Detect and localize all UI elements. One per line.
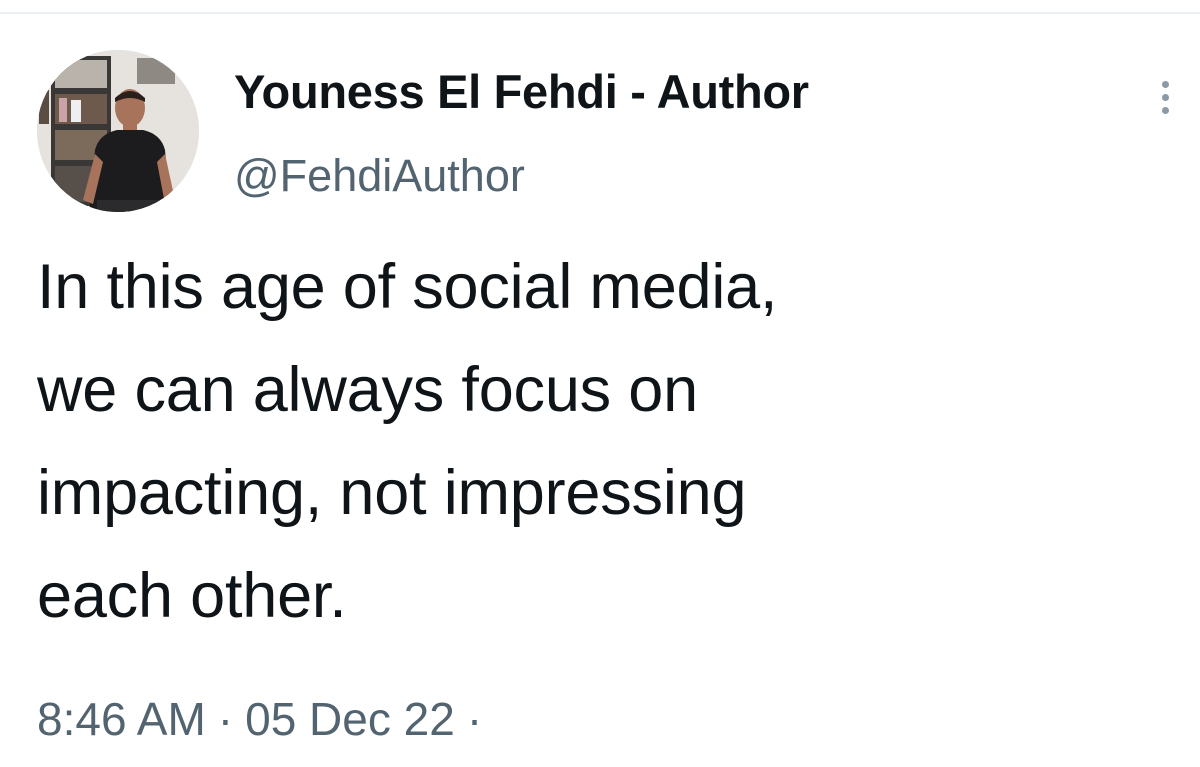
more-vertical-icon-dot bbox=[1161, 93, 1169, 101]
more-vertical-icon-dot bbox=[1161, 106, 1169, 114]
tweet-text-line: impacting, not impressing bbox=[37, 458, 747, 528]
tweet-timestamp: 8:46 AM · 05 Dec 22 · bbox=[37, 692, 494, 746]
tweet-time[interactable]: 8:46 AM bbox=[37, 693, 206, 745]
more-options-button[interactable] bbox=[1148, 72, 1182, 122]
meta-separator: · bbox=[217, 693, 234, 745]
tweet-text-line: we can always focus on bbox=[37, 355, 698, 425]
tweet-card: Youness El Fehdi - Author @FehdiAuthor I… bbox=[0, 0, 1200, 767]
avatar[interactable] bbox=[37, 50, 199, 212]
meta-separator-trailing: · bbox=[466, 693, 483, 745]
tweet-text-line: each other. bbox=[37, 561, 347, 631]
more-vertical-icon bbox=[1161, 80, 1169, 88]
tweet-text-line: In this age of social media, bbox=[37, 252, 778, 322]
top-divider bbox=[0, 12, 1200, 14]
tweet-text: In this age of social media, we can alwa… bbox=[37, 236, 1157, 648]
tweet-date[interactable]: 05 Dec 22 bbox=[245, 693, 455, 745]
avatar-photo bbox=[37, 50, 199, 212]
author-display-name[interactable]: Youness El Fehdi - Author bbox=[234, 64, 809, 119]
author-handle[interactable]: @FehdiAuthor bbox=[234, 150, 525, 202]
